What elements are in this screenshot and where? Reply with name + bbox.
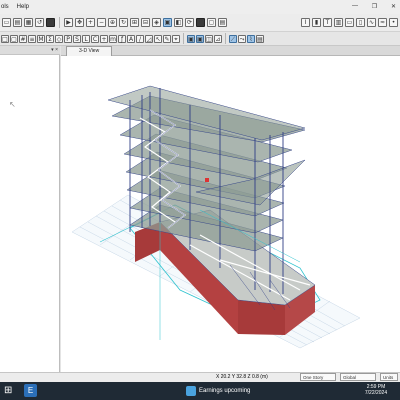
material-icon[interactable]: M xyxy=(37,34,45,43)
chart-icon xyxy=(186,386,196,396)
diaphragm-icon[interactable]: ◇ xyxy=(55,34,63,43)
model-explorer-panel xyxy=(0,46,60,372)
function-icon[interactable]: ƒ xyxy=(118,34,126,43)
3d-viewport[interactable] xyxy=(61,56,400,372)
save-icon[interactable]: ▤ xyxy=(13,18,22,27)
section-icon[interactable]: Σ xyxy=(46,34,54,43)
open-icon[interactable]: ▭ xyxy=(2,18,11,27)
pier-icon[interactable]: P xyxy=(64,34,72,43)
grid-icon[interactable]: # xyxy=(19,34,27,43)
load-case-icon[interactable]: C xyxy=(91,34,99,43)
plan-view-icon[interactable]: ⊞ xyxy=(130,18,139,27)
print-icon[interactable]: ▦ xyxy=(24,18,33,27)
3d-view-icon[interactable]: ◈ xyxy=(152,18,161,27)
load-pattern-icon[interactable]: L xyxy=(82,34,90,43)
panel-pin-controls[interactable]: ▾ × xyxy=(0,46,60,55)
select-icon[interactable]: ▢ xyxy=(207,18,216,27)
pan-icon[interactable]: ✥ xyxy=(75,18,84,27)
zoom-in-icon[interactable]: + xyxy=(86,18,95,27)
import-icon[interactable]: ▢ xyxy=(10,34,18,43)
mass-icon[interactable]: m xyxy=(109,34,117,43)
selected-point[interactable] xyxy=(205,178,209,182)
zoom-out-icon[interactable]: − xyxy=(97,18,106,27)
draw-area-icon[interactable]: ◿ xyxy=(145,34,153,43)
menu-tools[interactable]: ols xyxy=(1,4,9,10)
menu-help[interactable]: Help xyxy=(17,4,29,10)
system-clock[interactable]: 2:59 PM 7/22/2024 xyxy=(356,384,396,398)
separator xyxy=(59,17,60,28)
pointer-icon[interactable]: ↖ xyxy=(154,34,162,43)
toolbar-secondary: □ ▢ # ≡ M Σ ◇ P S L C + m ƒ A / ◿ ↖ ✎ ⌖ … xyxy=(0,32,400,46)
mouse-cursor-icon: ↖ xyxy=(9,100,16,109)
combo-icon[interactable]: + xyxy=(100,34,108,43)
set-view-icon[interactable]: ◧ xyxy=(174,18,183,27)
elevation-view-icon[interactable]: ⊟ xyxy=(141,18,150,27)
deselect-icon[interactable]: ▤ xyxy=(218,18,227,27)
link-icon[interactable]: ∿ xyxy=(367,18,376,27)
toolbar-main: ▭ ▤ ▦ ↺ ▶ ✥ + − ⊕ ↻ ⊞ ⊟ ◈ ▣ ◧ ⟳ ▢ ▤ I ▮ … xyxy=(0,14,400,32)
wall-icon[interactable]: ▥ xyxy=(334,18,343,27)
coordinate-system-selector[interactable]: Global xyxy=(340,373,376,381)
close-icon[interactable]: ✕ xyxy=(391,3,396,11)
snap-mid-icon[interactable]: ◫ xyxy=(205,34,213,43)
spring-icon[interactable]: ≈ xyxy=(378,18,387,27)
earnings-label: Earnings upcoming xyxy=(199,388,251,394)
reshape-icon[interactable]: ✎ xyxy=(163,34,171,43)
column-icon[interactable]: ▮ xyxy=(312,18,321,27)
spandrel-icon[interactable]: S xyxy=(73,34,81,43)
object-fill-icon[interactable] xyxy=(196,18,205,27)
window-controls: — ❐ ✕ xyxy=(352,3,396,11)
refresh-icon[interactable]: ↻ xyxy=(119,18,128,27)
snap-grid-icon[interactable]: ▣ xyxy=(196,34,204,43)
zoom-window-icon[interactable]: ⊕ xyxy=(108,18,117,27)
app-icon[interactable]: E xyxy=(24,384,37,397)
run-icon[interactable]: ▶ xyxy=(64,18,73,27)
design-icon[interactable]: ▤ xyxy=(256,34,264,43)
snap-line-icon[interactable]: ⊿ xyxy=(214,34,222,43)
analysis-icon[interactable]: ⟋ xyxy=(229,34,237,43)
menu-bar: ols Help xyxy=(0,0,400,14)
point-icon[interactable]: • xyxy=(389,18,398,27)
cursor-coordinates: X 20.2 Y 32.8 Z 0.8 (m) xyxy=(216,374,268,380)
earnings-widget[interactable]: Earnings upcoming xyxy=(186,384,276,398)
clock-date: 7/22/2024 xyxy=(364,390,388,396)
snap-icon[interactable]: ⌖ xyxy=(172,34,180,43)
assign-icon[interactable]: A xyxy=(127,34,135,43)
units-selector[interactable]: Units xyxy=(380,373,398,381)
new-model-icon[interactable]: □ xyxy=(1,34,9,43)
lock-icon[interactable] xyxy=(46,18,55,27)
minimize-icon[interactable]: — xyxy=(352,3,358,11)
deformed-shape-icon[interactable]: ⤳ xyxy=(238,34,246,43)
draw-line-icon[interactable]: / xyxy=(136,34,144,43)
rotate-icon[interactable]: ⟳ xyxy=(185,18,194,27)
story-selector[interactable]: One Story xyxy=(300,373,336,381)
brace-icon[interactable]: T xyxy=(323,18,332,27)
opening-icon[interactable]: ▯ xyxy=(356,18,365,27)
tab-label: 3-D View xyxy=(79,48,100,54)
tab-3d-view[interactable]: 3-D View xyxy=(66,46,112,56)
windows-start-icon[interactable]: ⊞ xyxy=(4,384,17,397)
restore-icon[interactable]: ❐ xyxy=(372,3,377,11)
floor-slabs xyxy=(107,85,306,252)
force-icon[interactable]: ⌇ xyxy=(247,34,255,43)
undo-icon[interactable]: ↺ xyxy=(35,18,44,27)
slab-icon[interactable]: ▭ xyxy=(345,18,354,27)
beam-icon[interactable]: I xyxy=(301,18,310,27)
story-icon[interactable]: ≡ xyxy=(28,34,36,43)
model-3d-drawing[interactable] xyxy=(61,56,400,372)
display-options-icon[interactable]: ▣ xyxy=(163,18,172,27)
snap-joint-icon[interactable]: ▣ xyxy=(187,34,195,43)
